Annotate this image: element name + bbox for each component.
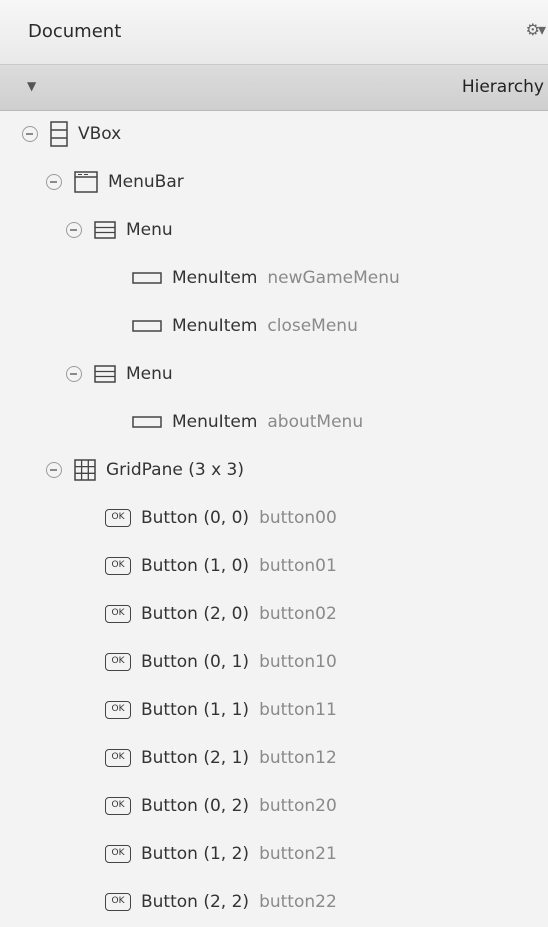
tree-node-menuitem[interactable]: MenuItem aboutMenu — [0, 398, 548, 446]
node-label: Button (1, 2) — [141, 844, 250, 864]
collapse-toggle-icon[interactable] — [66, 222, 82, 238]
button-icon: OK — [105, 653, 131, 671]
vbox-icon — [50, 121, 68, 147]
menuitem-icon — [132, 320, 162, 332]
button-icon: OK — [105, 797, 131, 815]
node-fxid: button20 — [259, 796, 337, 816]
tree-node-menu[interactable]: Menu — [0, 206, 548, 254]
node-label: Button (2, 2) — [141, 892, 250, 912]
node-label: GridPane (3 x 3) — [106, 460, 244, 480]
menuitem-icon — [132, 416, 162, 428]
tree-node-button[interactable]: OK Button (1, 2) button21 — [0, 830, 548, 878]
tree-node-button[interactable]: OK Button (0, 0) button00 — [0, 494, 548, 542]
node-label: MenuItem — [172, 316, 258, 336]
node-label: Button (0, 2) — [141, 796, 250, 816]
node-fxid: button21 — [259, 844, 337, 864]
node-label: Button (1, 1) — [141, 700, 250, 720]
tree-node-button[interactable]: OK Button (0, 1) button10 — [0, 638, 548, 686]
tree-node-button[interactable]: OK Button (1, 1) button11 — [0, 686, 548, 734]
node-label: Button (0, 0) — [141, 508, 250, 528]
node-fxid: closeMenu — [267, 316, 358, 336]
menu-icon — [94, 365, 116, 383]
node-label: Menu — [126, 220, 173, 240]
node-label: Menu — [126, 364, 173, 384]
button-icon: OK — [105, 701, 131, 719]
button-icon: OK — [105, 893, 131, 911]
tree-node-gridpane[interactable]: GridPane (3 x 3) — [0, 446, 548, 494]
node-fxid: button22 — [259, 892, 337, 912]
collapse-arrow-icon[interactable]: ▼ — [27, 79, 36, 93]
collapse-toggle-icon[interactable] — [66, 366, 82, 382]
section-label: Hierarchy — [461, 77, 544, 97]
node-fxid: newGameMenu — [267, 268, 400, 288]
button-icon: OK — [105, 509, 131, 527]
gear-icon[interactable]: ⚙▾ — [526, 20, 546, 39]
menubar-icon — [74, 171, 98, 193]
node-fxid: button02 — [259, 604, 337, 624]
gridpane-icon — [74, 459, 96, 481]
panel-title: Document — [28, 21, 122, 42]
button-icon: OK — [105, 557, 131, 575]
tree-node-button[interactable]: OK Button (0, 2) button20 — [0, 782, 548, 830]
node-fxid: aboutMenu — [267, 412, 364, 432]
node-label: MenuBar — [108, 172, 184, 192]
node-label: VBox — [78, 124, 122, 144]
node-label: Button (2, 0) — [141, 604, 250, 624]
node-label: Button (2, 1) — [141, 748, 250, 768]
node-fxid: button12 — [259, 748, 337, 768]
node-fxid: button00 — [259, 508, 337, 528]
tree-node-vbox[interactable]: VBox — [0, 110, 548, 158]
node-label: MenuItem — [172, 268, 258, 288]
tree-node-menubar[interactable]: MenuBar — [0, 158, 548, 206]
node-label: MenuItem — [172, 412, 258, 432]
collapse-toggle-icon[interactable] — [46, 174, 62, 190]
button-icon: OK — [105, 845, 131, 863]
button-icon: OK — [105, 605, 131, 623]
tree-node-button[interactable]: OK Button (1, 0) button01 — [0, 542, 548, 590]
button-icon: OK — [105, 749, 131, 767]
tree-node-menuitem[interactable]: MenuItem closeMenu — [0, 302, 548, 350]
node-label: Button (1, 0) — [141, 556, 250, 576]
hierarchy-bar[interactable]: ▼ Hierarchy — [0, 65, 548, 111]
tree-node-button[interactable]: OK Button (2, 1) button12 — [0, 734, 548, 782]
collapse-toggle-icon[interactable] — [46, 462, 62, 478]
node-fxid: button11 — [259, 700, 337, 720]
menu-icon — [94, 221, 116, 239]
node-label: Button (0, 1) — [141, 652, 250, 672]
panel-header: Document ⚙▾ — [0, 0, 548, 65]
tree-node-menuitem[interactable]: MenuItem newGameMenu — [0, 254, 548, 302]
collapse-toggle-icon[interactable] — [22, 126, 38, 142]
node-fxid: button01 — [259, 556, 337, 576]
tree-node-button[interactable]: OK Button (2, 2) button22 — [0, 878, 548, 926]
menuitem-icon — [132, 272, 162, 284]
tree-node-button[interactable]: OK Button (2, 0) button02 — [0, 590, 548, 638]
node-fxid: button10 — [259, 652, 337, 672]
tree-node-menu[interactable]: Menu — [0, 350, 548, 398]
